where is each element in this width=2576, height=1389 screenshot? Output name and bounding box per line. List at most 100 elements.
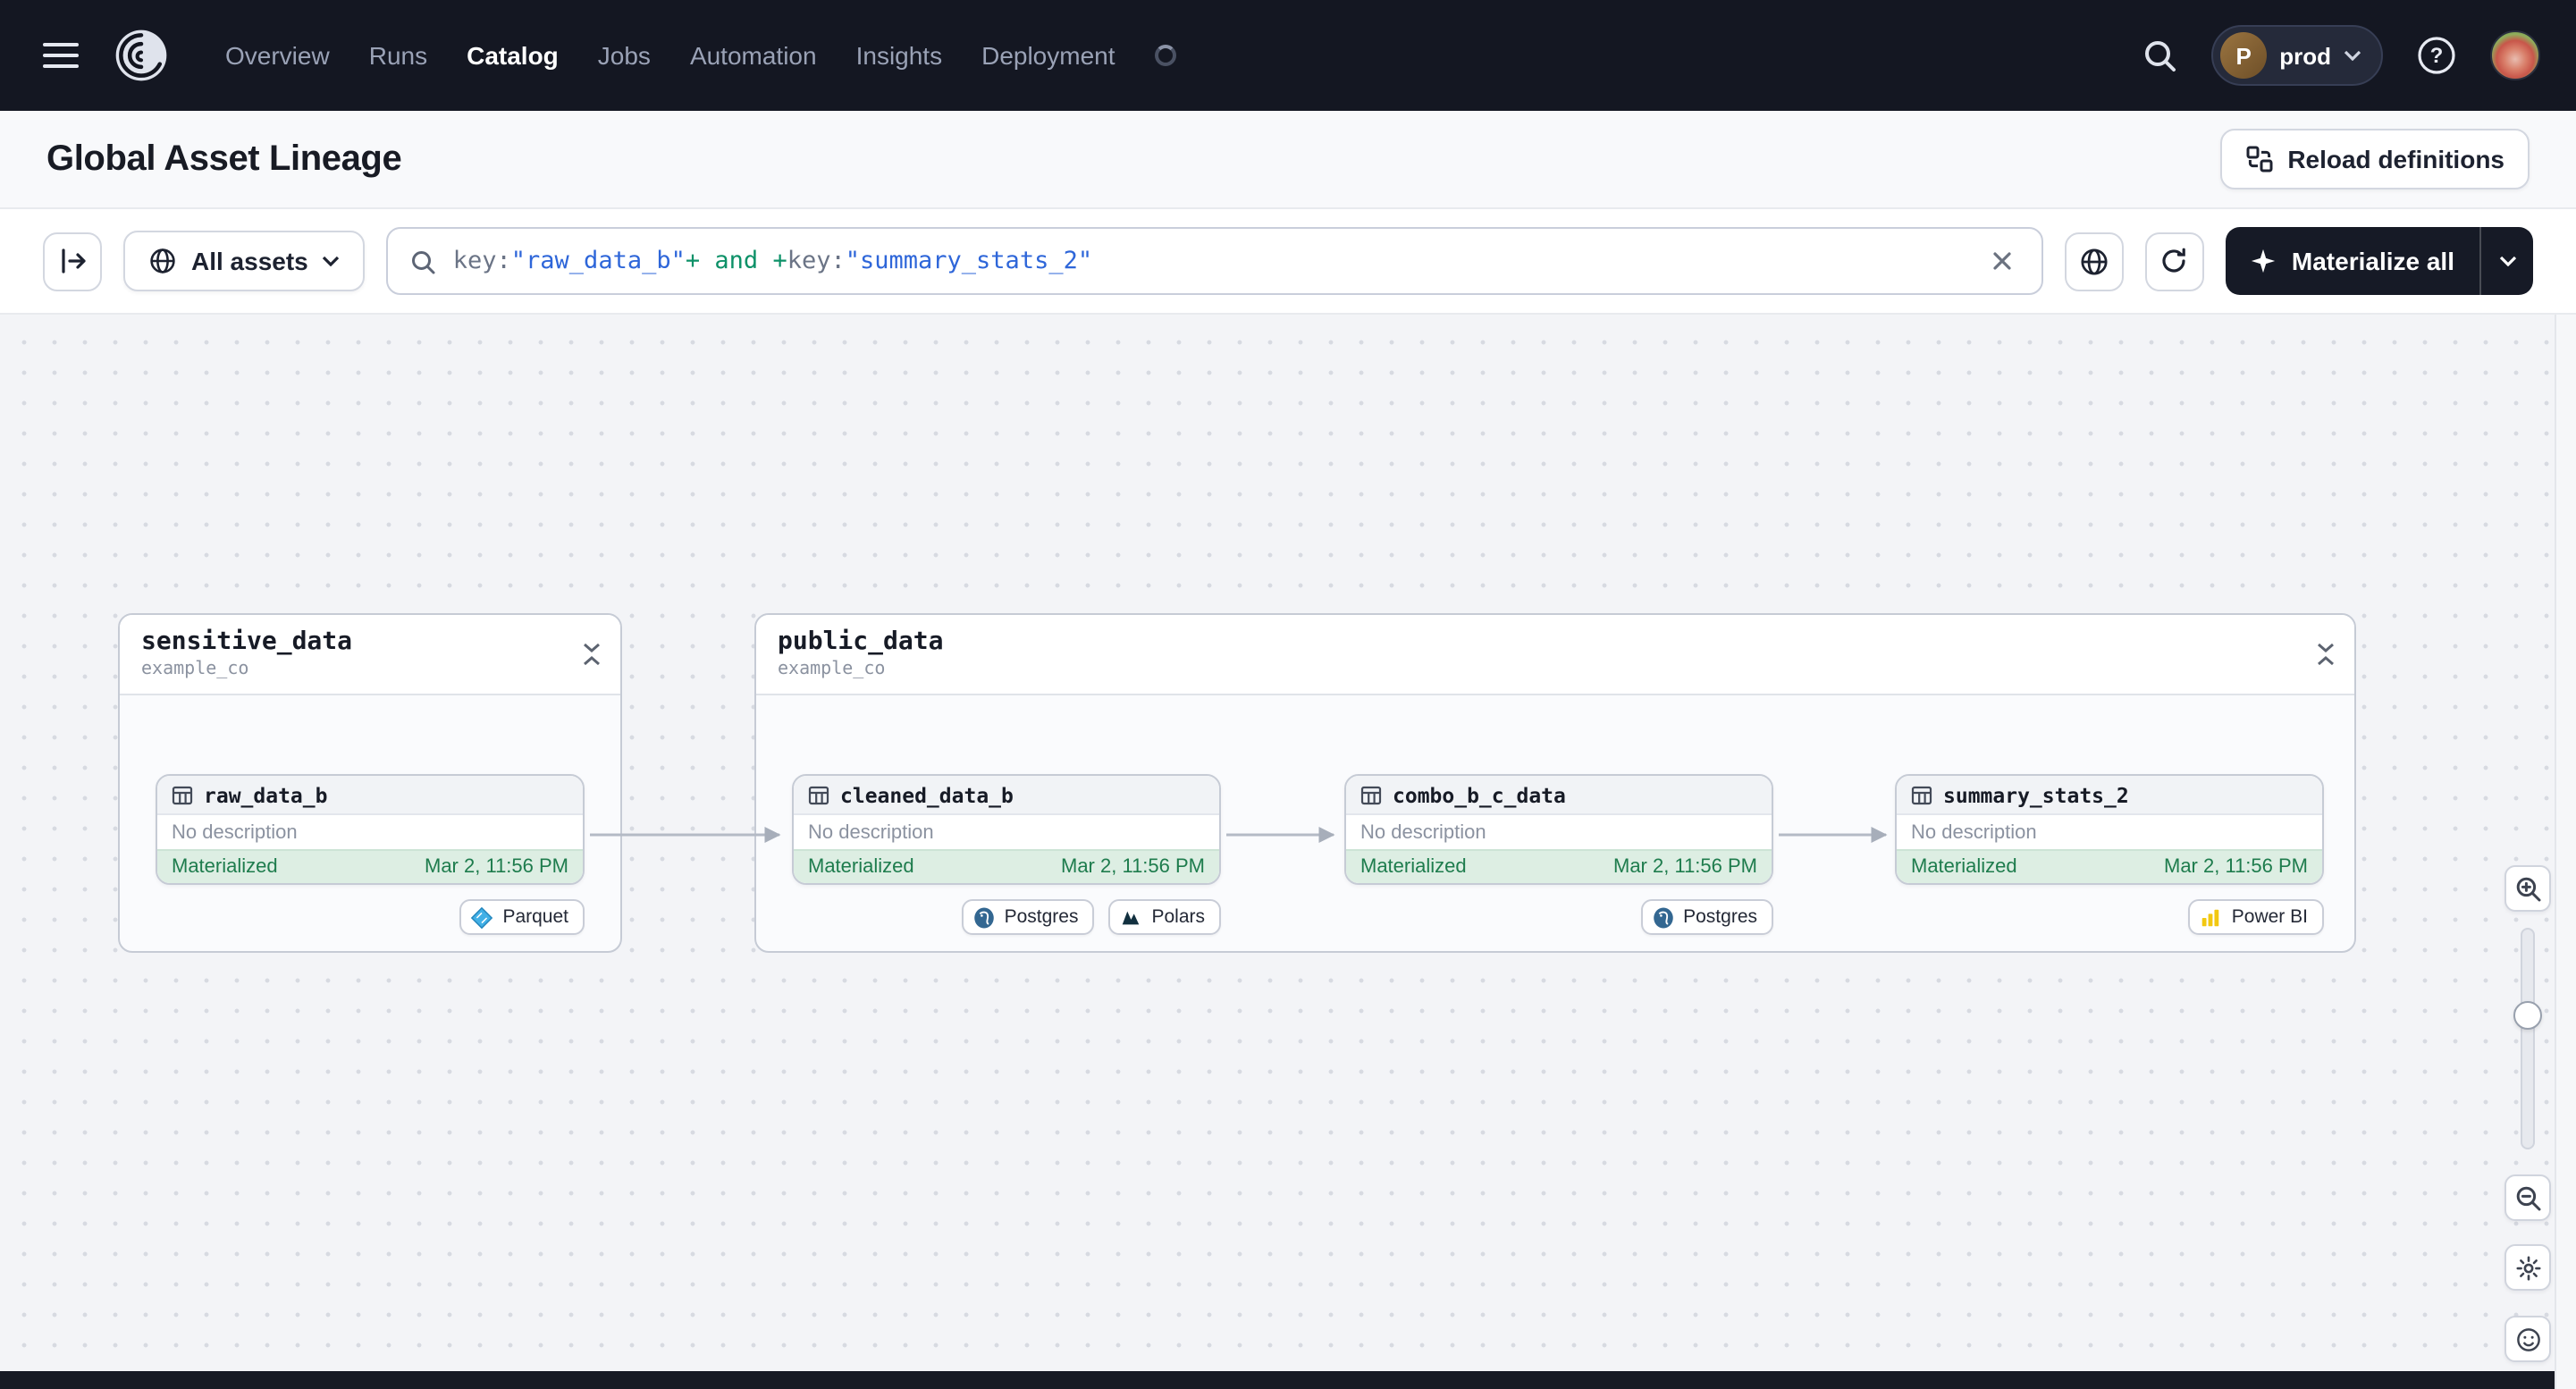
kind-tag-label: Power BI <box>2231 906 2308 928</box>
asset-scope-label: All assets <box>191 247 308 275</box>
kind-tag-postgres[interactable]: Postgres <box>961 899 1095 935</box>
reload-definitions-button[interactable]: Reload definitions <box>2219 129 2530 189</box>
zoom-slider-handle[interactable] <box>2513 1001 2542 1030</box>
chevron-down-icon <box>2498 256 2516 266</box>
nav-catalog[interactable]: Catalog <box>467 41 559 70</box>
kind-tag-postgres[interactable]: Postgres <box>1640 899 1773 935</box>
zoom-out-button[interactable] <box>2504 1174 2551 1221</box>
zoom-slider[interactable] <box>2504 928 2551 1149</box>
asset-name: raw_data_b <box>204 782 328 807</box>
search-button[interactable] <box>2134 30 2185 80</box>
asset-node-cleaned-data-b[interactable]: cleaned_data_b No description Materializ… <box>792 774 1221 885</box>
dagster-app: Overview Runs Catalog Jobs Automation In… <box>0 0 2576 1389</box>
bottom-window-edge <box>0 1371 2555 1389</box>
kind-tag-polars[interactable]: Polars <box>1108 899 1221 935</box>
asset-scope-dropdown[interactable]: All assets <box>123 231 366 291</box>
status-badge: Materialized <box>1360 856 1467 878</box>
asset-name: cleaned_data_b <box>840 782 1014 807</box>
hamburger-icon <box>43 43 79 68</box>
table-icon <box>1911 785 1932 804</box>
search-icon <box>412 250 436 274</box>
zoom-slider-track[interactable] <box>2521 928 2535 1149</box>
asset-status-row: Materialized Mar 2, 11:56 PM <box>794 849 1219 883</box>
materialized-timestamp: Mar 2, 11:56 PM <box>1613 856 1757 878</box>
asset-description: No description <box>1360 821 1486 843</box>
nav-jobs[interactable]: Jobs <box>598 41 651 70</box>
deployment-avatar: P <box>2220 32 2268 79</box>
refresh-button[interactable] <box>2144 232 2204 290</box>
group-code-location: example_co <box>778 660 886 679</box>
help-button[interactable]: ? <box>2410 29 2463 82</box>
asset-selection-query: key: "raw_data_b" + and + key: "summary_… <box>453 247 1092 275</box>
asset-selection-input[interactable]: key: "raw_data_b" + and + key: "summary_… <box>386 227 2043 295</box>
asset-description: No description <box>1911 821 2037 843</box>
materialize-all-label: Materialize all <box>2291 247 2454 275</box>
definitions-icon <box>2245 146 2272 173</box>
query-token: key: <box>452 247 511 275</box>
query-token: "raw_data_b" <box>510 247 686 275</box>
collapse-group-button[interactable] <box>577 638 606 670</box>
group-title: sensitive_data <box>141 627 353 656</box>
group-header: public_data example_co <box>756 615 2354 695</box>
deployment-switcher[interactable]: P prod <box>2211 25 2383 86</box>
parquet-icon <box>471 905 493 929</box>
nav-insights[interactable]: Insights <box>856 41 943 70</box>
nav-overview[interactable]: Overview <box>225 41 330 70</box>
kind-tags-cleaned-data-b: Postgres Polars <box>792 899 1221 935</box>
asset-status-row: Materialized Mar 2, 11:56 PM <box>157 849 583 883</box>
nav-automation[interactable]: Automation <box>690 41 817 70</box>
nav-loading-spinner <box>1154 45 1176 66</box>
asset-description: No description <box>172 821 298 843</box>
table-icon <box>172 785 193 804</box>
nav-right-cluster: P prod ? <box>2134 25 2540 86</box>
collapse-group-button[interactable] <box>2311 638 2340 670</box>
vertical-scrollbar[interactable] <box>2555 315 2576 1389</box>
kind-tag-parquet[interactable]: Parquet <box>459 899 585 935</box>
materialized-timestamp: Mar 2, 11:56 PM <box>1061 856 1205 878</box>
nav-deployment[interactable]: Deployment <box>981 41 1115 70</box>
search-icon <box>2145 41 2176 72</box>
asset-name: combo_b_c_data <box>1393 782 1566 807</box>
materialized-timestamp: Mar 2, 11:56 PM <box>2164 856 2308 878</box>
asset-name: summary_stats_2 <box>1943 782 2129 807</box>
reload-definitions-label: Reload definitions <box>2287 145 2504 173</box>
open-asset-panel-button[interactable] <box>43 232 102 290</box>
status-badge: Materialized <box>172 856 278 878</box>
materialize-all-main[interactable]: Materialize all <box>2226 227 2479 295</box>
materialize-all-button[interactable]: Materialize all <box>2225 227 2533 295</box>
nav-runs[interactable]: Runs <box>369 41 427 70</box>
kind-tags-raw-data-b: Parquet <box>156 899 585 935</box>
power-bi-icon <box>2202 908 2220 926</box>
query-token: key: <box>787 247 846 275</box>
gear-icon <box>2515 1255 2540 1280</box>
dagster-logo-icon[interactable] <box>111 25 172 86</box>
status-badge: Materialized <box>1911 856 2017 878</box>
main-nav: Overview Runs Catalog Jobs Automation In… <box>225 41 1176 70</box>
chevron-down-icon <box>323 256 340 266</box>
kind-tag-power-bi[interactable]: Power BI <box>2188 899 2324 935</box>
top-navigation: Overview Runs Catalog Jobs Automation In… <box>0 0 2576 111</box>
asset-node-raw-data-b[interactable]: raw_data_b No description Materialized M… <box>156 774 585 885</box>
menu-button[interactable] <box>36 34 86 77</box>
asset-node-summary-stats-2[interactable]: summary_stats_2 No description Materiali… <box>1895 774 2324 885</box>
feedback-button[interactable] <box>2504 1316 2551 1362</box>
user-avatar[interactable] <box>2490 30 2540 80</box>
asset-node-combo-b-c-data[interactable]: combo_b_c_data No description Materializ… <box>1344 774 1773 885</box>
collapse-icon <box>584 643 600 666</box>
kind-tag-label: Postgres <box>1683 906 1757 928</box>
asset-node-header: raw_data_b <box>157 776 583 815</box>
group-code-location: example_co <box>141 660 249 679</box>
group-header: sensitive_data example_co <box>120 615 620 695</box>
settings-button[interactable] <box>2504 1244 2551 1291</box>
zoom-in-button[interactable] <box>2504 865 2551 912</box>
kind-tags-summary-stats-2: Power BI <box>1895 899 2324 935</box>
filter-scope-globe-button[interactable] <box>2064 232 2124 290</box>
lineage-toolbar: All assets key: "raw_data_b" + and + key… <box>0 209 2576 315</box>
clear-selection-button[interactable] <box>1984 243 2020 279</box>
table-icon <box>1360 785 1382 804</box>
asset-status-row: Materialized Mar 2, 11:56 PM <box>1897 849 2322 883</box>
status-badge: Materialized <box>808 856 914 878</box>
materialize-dropdown-toggle[interactable] <box>2479 227 2533 295</box>
asset-node-header: combo_b_c_data <box>1346 776 1772 815</box>
lineage-canvas[interactable]: sensitive_data example_co public_data ex… <box>0 315 2555 1389</box>
